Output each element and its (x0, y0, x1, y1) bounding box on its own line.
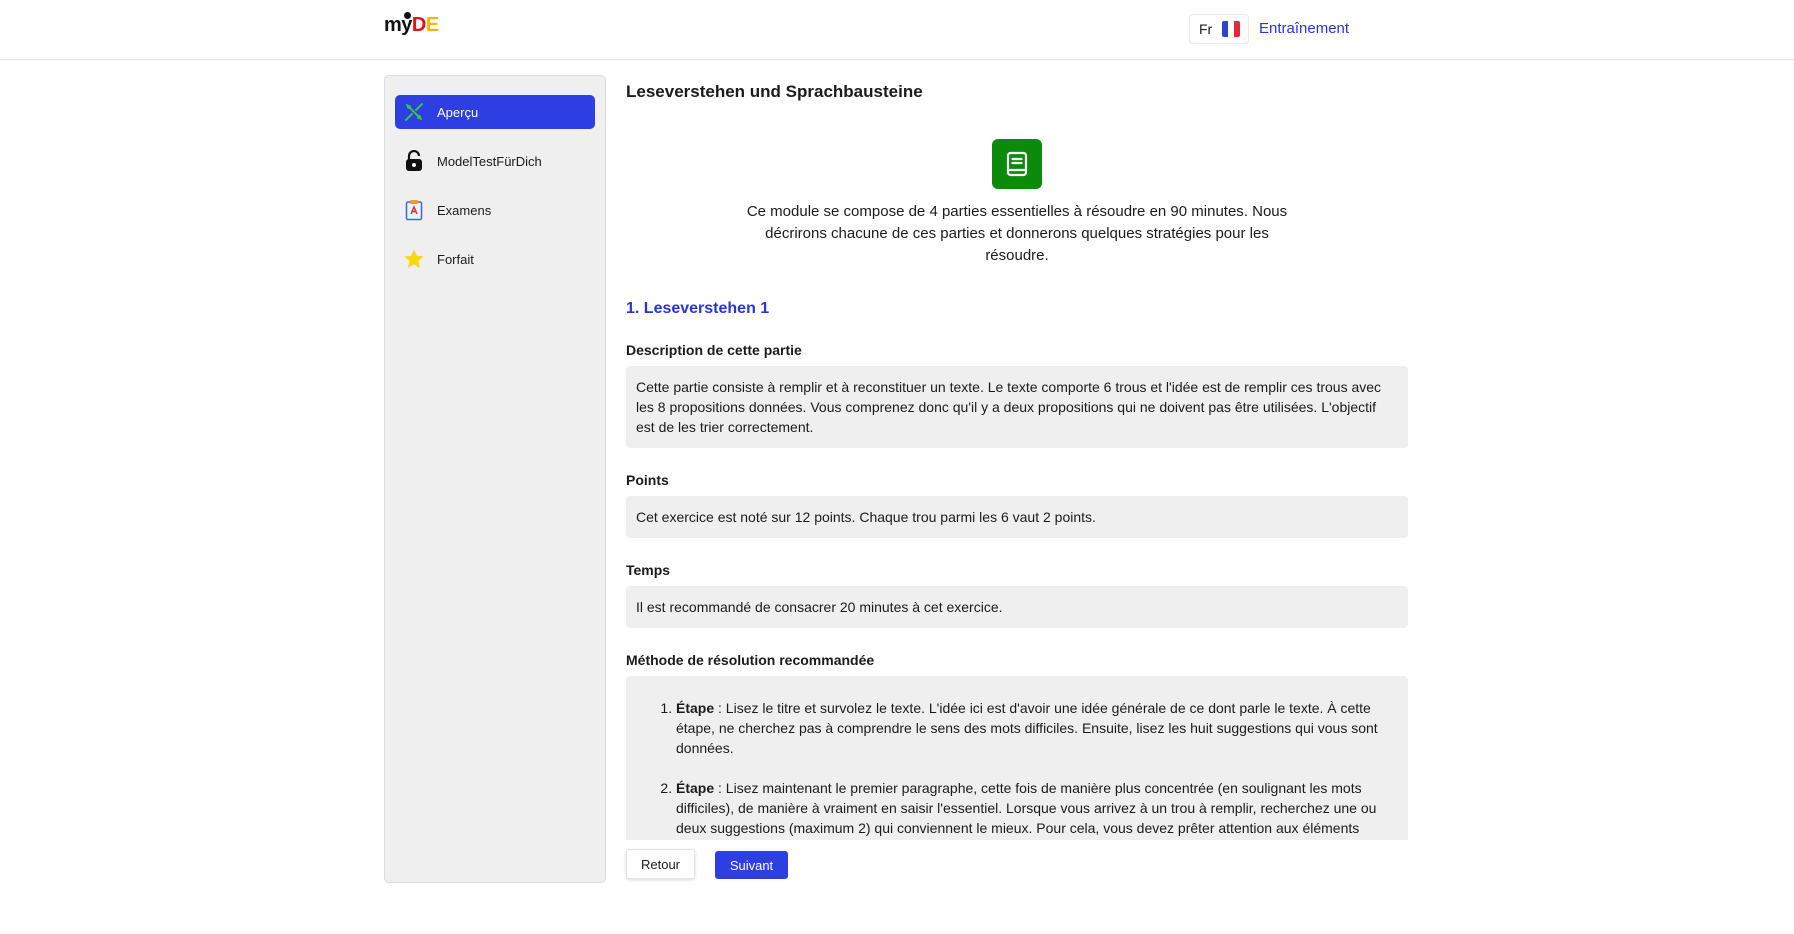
method-heading: Méthode de résolution recommandée (626, 652, 875, 668)
description-heading: Description de cette partie (626, 342, 802, 358)
logo[interactable]: myDE (384, 12, 439, 46)
sidebar-item-label: Forfait (437, 251, 474, 267)
step-text: : Lisez le titre et survolez le texte. L… (676, 700, 1378, 756)
method-box: Étape : Lisez le titre et survolez le te… (626, 676, 1408, 840)
france-flag-icon (1222, 21, 1241, 37)
exam-clipboard-icon (403, 199, 425, 221)
next-button[interactable]: Suivant (715, 851, 788, 879)
language-code: Fr (1199, 21, 1213, 37)
sidebar-item-label: Examens (437, 202, 492, 218)
points-heading: Points (626, 472, 669, 488)
main-content: Leseverstehen und Sprachbausteine Ce mod… (626, 75, 1408, 840)
points-box: Cet exercice est noté sur 12 points. Cha… (626, 496, 1408, 538)
logo-text-e: E (425, 14, 439, 36)
language-selector[interactable]: Fr (1189, 14, 1249, 44)
lock-icon (403, 150, 425, 172)
method-step: Étape : Lisez le titre et survolez le te… (676, 698, 1398, 758)
method-step-list: Étape : Lisez le titre et survolez le te… (676, 698, 1398, 840)
nav-link-training[interactable]: Entraînement (1259, 20, 1349, 37)
back-button[interactable]: Retour (626, 849, 695, 879)
logo-dot (404, 12, 411, 19)
logo-text-d: D (411, 14, 426, 36)
overview-icon (403, 101, 425, 123)
step-text: : Lisez maintenant le premier paragraphe… (676, 780, 1377, 836)
sidebar-item-modeltest[interactable]: ModelTestFürDich (395, 144, 595, 178)
page-title: Leseverstehen und Sprachbausteine (626, 82, 923, 101)
top-header: myDE Fr Entraînement (0, 0, 1794, 60)
sidebar-item-label: Aperçu (437, 104, 479, 120)
sidebar: Aperçu ModelTestFürDich Examens Forfait (384, 75, 606, 883)
sidebar-item-label: ModelTestFürDich (437, 153, 542, 169)
time-box: Il est recommandé de consacrer 20 minute… (626, 586, 1408, 628)
sidebar-item-overview[interactable]: Aperçu (395, 95, 595, 129)
sidebar-item-package[interactable]: Forfait (395, 242, 595, 276)
module-intro: Ce module se compose de 4 parties essent… (746, 203, 1288, 264)
step-label: Étape (676, 780, 715, 796)
section-title: 1. Leseverstehen 1 (626, 300, 770, 317)
step-label: Étape (676, 700, 715, 716)
star-icon (403, 248, 425, 270)
time-heading: Temps (626, 562, 671, 578)
description-box: Cette partie consiste à remplir et à rec… (626, 366, 1408, 448)
sidebar-item-exams[interactable]: Examens (395, 193, 595, 227)
method-step: Étape : Lisez maintenant le premier para… (676, 778, 1398, 840)
book-icon (992, 139, 1042, 189)
